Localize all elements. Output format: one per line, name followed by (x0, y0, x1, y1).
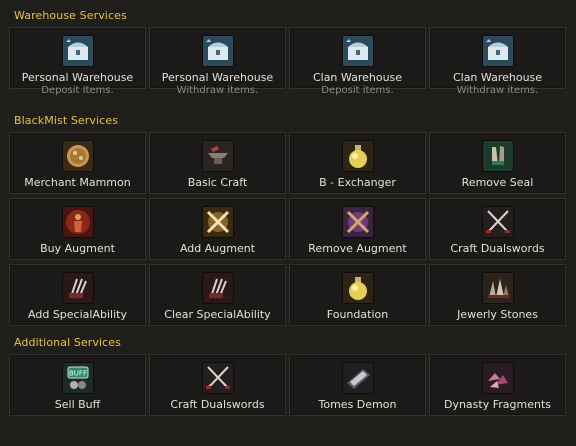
service-sublabel: Deposit items. (321, 85, 394, 96)
service-sublabel: Withdraw items. (176, 85, 259, 96)
service-clear-specialability[interactable]: Clear SpecialAbility (149, 264, 286, 326)
warehouse-chest-icon (341, 35, 374, 67)
claw-weapon-icon (61, 272, 94, 304)
service-add-augment[interactable]: Add Augment (149, 198, 286, 260)
claw-weapon-icon (201, 272, 234, 304)
service-label: Clan Warehouse (452, 71, 543, 84)
crossed-swords-glow-icon (201, 206, 234, 238)
service-label: Personal Warehouse (161, 71, 274, 84)
service-tomes-demon[interactable]: Tomes Demon (289, 354, 426, 416)
service-label: Add Augment (179, 242, 256, 255)
section-title-warehouse: Warehouse Services (14, 9, 127, 22)
service-label: Clan Warehouse (312, 71, 403, 84)
gold-coin-icon (61, 140, 94, 172)
service-craft-dualswords-additional[interactable]: Craft Dualswords (149, 354, 286, 416)
service-label: Craft Dualswords (170, 398, 265, 411)
warehouse-chest-icon (201, 35, 234, 67)
service-basic-craft[interactable]: Basic Craft (149, 132, 286, 194)
service-label: Buy Augment (40, 242, 115, 255)
sealed-gloves-icon (481, 140, 514, 172)
service-label: Basic Craft (187, 176, 248, 189)
additional-services-grid: BUFF Sell Buff Craft Dualswords Tomes De… (9, 354, 566, 416)
service-dynasty-fragments[interactable]: Dynasty Fragments (429, 354, 566, 416)
service-label: Dynasty Fragments (443, 398, 551, 411)
service-sell-buff[interactable]: BUFF Sell Buff (9, 354, 146, 416)
service-personal-warehouse-withdraw[interactable]: Personal Warehouse Withdraw items. (149, 27, 286, 96)
service-label: Remove Seal (461, 176, 534, 189)
service-label: B - Exchanger (319, 176, 396, 189)
crossed-swords-purple-icon (341, 206, 374, 238)
service-sublabel: Withdraw items. (456, 85, 539, 96)
service-craft-dualswords[interactable]: Craft Dualswords (429, 198, 566, 260)
service-foundation[interactable]: Foundation (289, 264, 426, 326)
dual-swords-icon (481, 206, 514, 238)
service-remove-augment[interactable]: Remove Augment (289, 198, 426, 260)
section-title-additional: Additional Services (14, 336, 122, 349)
warehouse-chest-icon (61, 35, 94, 67)
service-label: Craft Dualswords (450, 242, 545, 255)
dynasty-fragments-icon (481, 362, 514, 394)
service-add-specialability[interactable]: Add SpecialAbility (9, 264, 146, 326)
service-sublabel: Deposit Items. (41, 85, 114, 96)
service-remove-seal[interactable]: Remove Seal (429, 132, 566, 194)
buff-sign-text: BUFF (69, 370, 87, 378)
anvil-icon (201, 140, 234, 172)
blackmist-services-grid: Merchant Mammon Basic Craft B - Exchange… (9, 132, 566, 326)
service-clan-warehouse-deposit[interactable]: Clan Warehouse Deposit items. (289, 27, 426, 96)
service-personal-warehouse-deposit[interactable]: Personal Warehouse Deposit Items. (9, 27, 146, 96)
service-label: Clear SpecialAbility (164, 308, 271, 321)
service-label: Add SpecialAbility (28, 308, 127, 321)
service-label: Sell Buff (54, 398, 101, 411)
warehouse-chest-icon (481, 35, 514, 67)
service-label: Personal Warehouse (21, 71, 134, 84)
potion-flask-icon (341, 140, 374, 172)
stone-shards-icon (481, 272, 514, 304)
service-label: Merchant Mammon (24, 176, 131, 189)
section-title-blackmist: BlackMist Services (14, 114, 119, 127)
service-buy-augment[interactable]: Buy Augment (9, 198, 146, 260)
warehouse-services-grid: Personal Warehouse Deposit Items. Person… (9, 27, 566, 96)
service-clan-warehouse-withdraw[interactable]: Clan Warehouse Withdraw items. (429, 27, 566, 96)
tome-book-icon (341, 362, 374, 394)
red-flame-figure-icon (61, 206, 94, 238)
service-label: Remove Augment (308, 242, 407, 255)
service-jewerly-stones[interactable]: Jewerly Stones (429, 264, 566, 326)
dual-swords-icon (201, 362, 234, 394)
service-label: Foundation (326, 308, 389, 321)
service-merchant-mammon[interactable]: Merchant Mammon (9, 132, 146, 194)
service-label: Tomes Demon (318, 398, 397, 411)
potion-flask-icon (341, 272, 374, 304)
buff-sign-icon: BUFF (61, 362, 94, 394)
service-b-exchanger[interactable]: B - Exchanger (289, 132, 426, 194)
service-label: Jewerly Stones (457, 308, 538, 321)
